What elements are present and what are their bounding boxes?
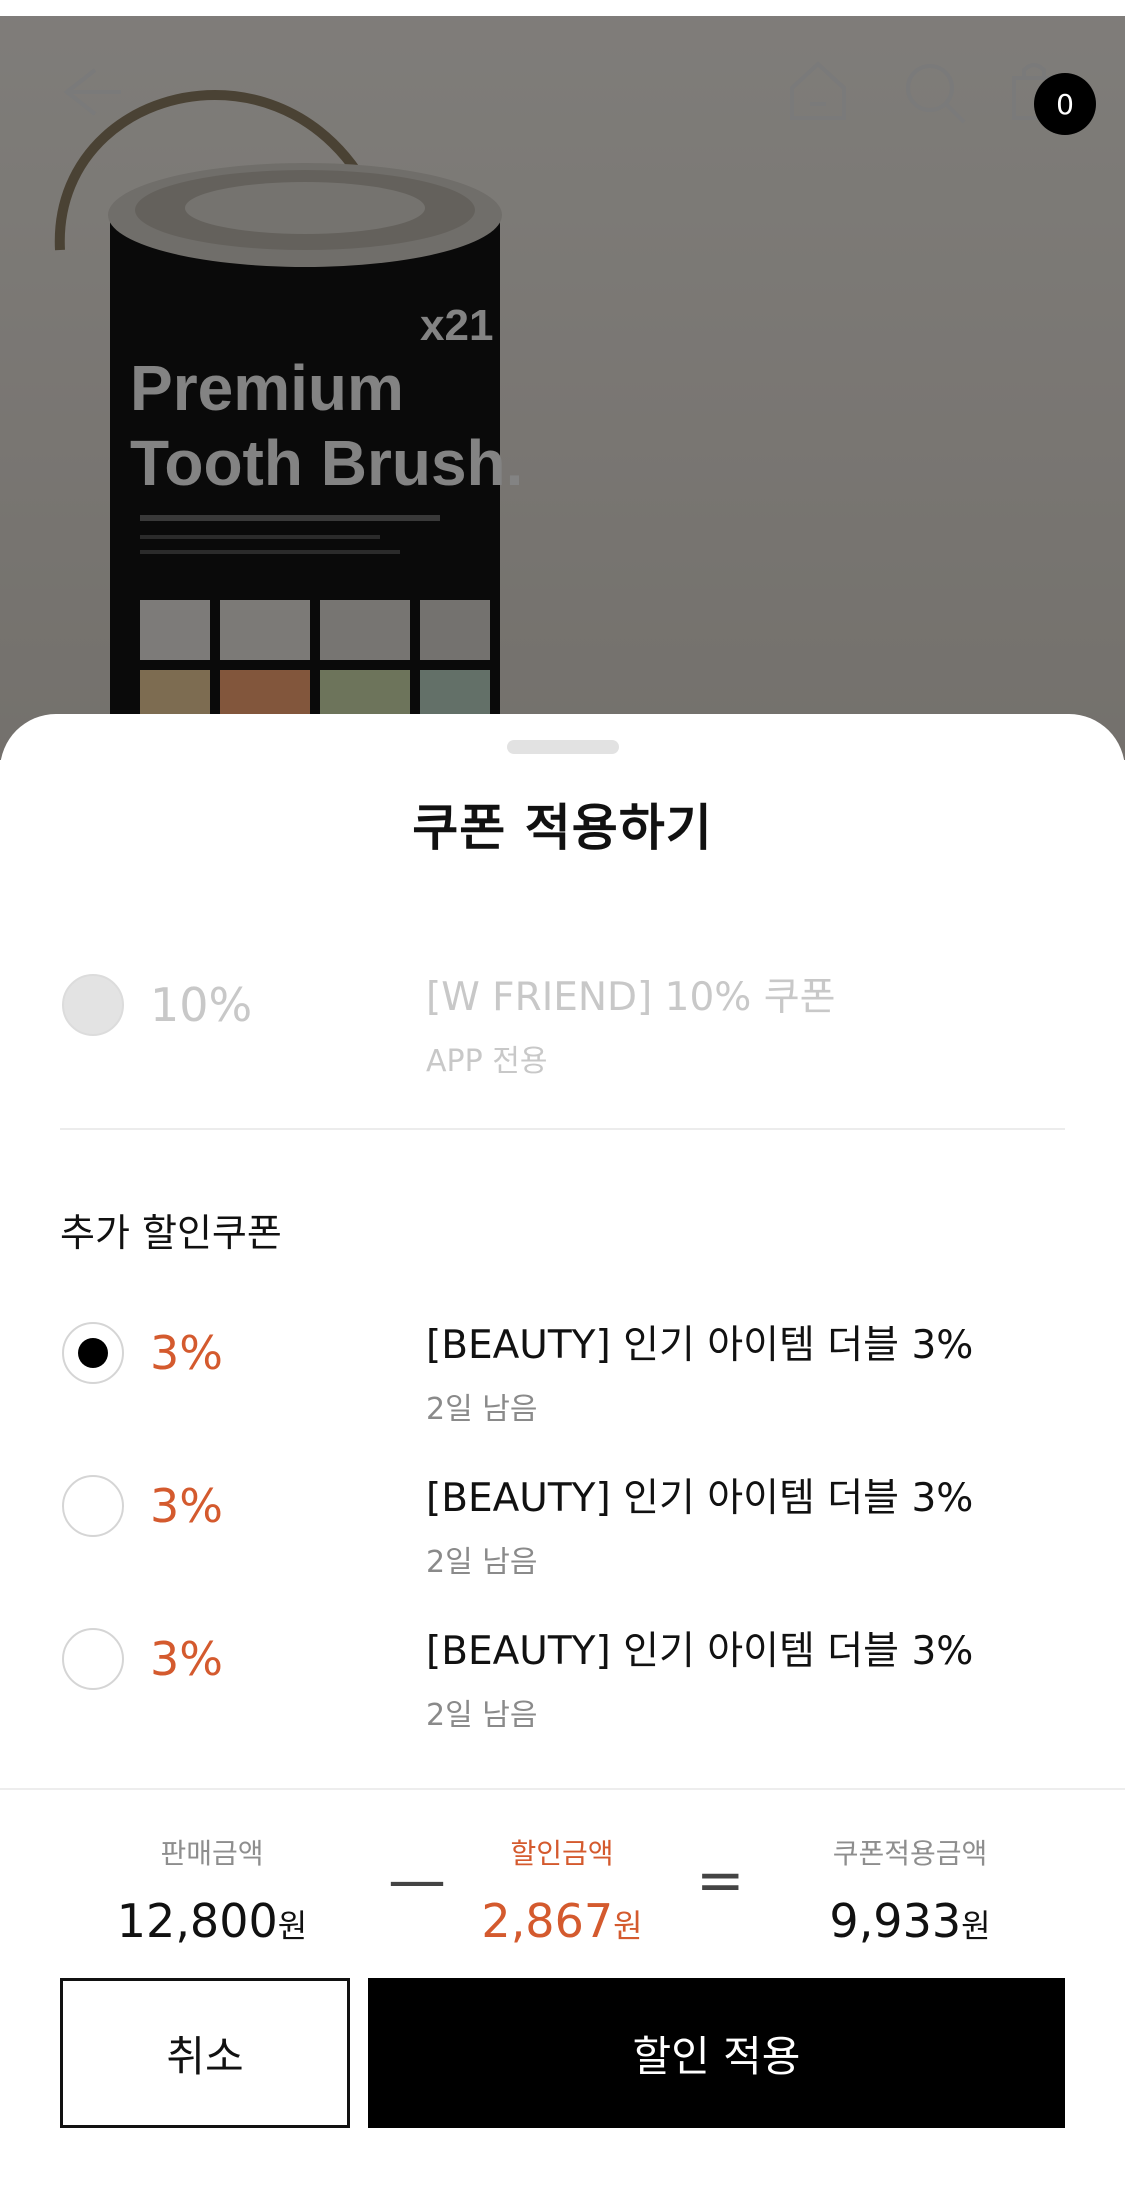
coupon-radio[interactable] xyxy=(62,1628,124,1690)
coupon-radio[interactable] xyxy=(62,1475,124,1537)
coupon-percent: 3% xyxy=(150,1326,223,1380)
coupon-option-disabled: 10% [W FRIEND] 10% 쿠폰 APP 전용 xyxy=(0,954,1125,1084)
search-icon[interactable] xyxy=(898,56,970,128)
coupon-remaining: 2일 남음 xyxy=(426,1698,538,1733)
sale-amount-label: 판매금액 xyxy=(160,1837,264,1870)
coupon-name: [BEAUTY] 인기 아이템 더블 3% xyxy=(426,1476,974,1521)
coupon-percent: 10% xyxy=(150,978,253,1032)
coupon-note: APP 전용 xyxy=(426,1044,548,1079)
sheet-grabber-handle[interactable] xyxy=(507,740,619,754)
home-icon[interactable] xyxy=(782,56,854,128)
currency-unit: 원 xyxy=(277,1907,308,1945)
final-amount-value: 9,933원 xyxy=(800,1894,1020,1948)
currency-unit: 원 xyxy=(613,1907,643,1945)
additional-coupon-section-title: 추가 할인쿠폰 xyxy=(60,1211,282,1255)
status-bar xyxy=(0,0,1125,16)
final-amount-summary: 쿠폰적용금액 9,933원 xyxy=(800,1832,1020,1948)
coupon-radio-selected[interactable] xyxy=(62,1322,124,1384)
coupon-percent: 3% xyxy=(150,1479,223,1533)
sale-amount-value: 12,800원 xyxy=(112,1894,312,1948)
coupon-name: [BEAUTY] 인기 아이템 더블 3% xyxy=(426,1629,974,1674)
summary-divider xyxy=(0,1788,1125,1790)
coupon-remaining: 2일 남음 xyxy=(426,1392,538,1427)
coupon-name: [W FRIEND] 10% 쿠폰 xyxy=(426,975,836,1020)
coupon-option[interactable]: 3% [BEAUTY] 인기 아이템 더블 3% 2일 남음 xyxy=(0,1608,1125,1738)
coupon-radio-disabled xyxy=(62,974,124,1036)
discount-amount-label: 할인금액 xyxy=(510,1837,614,1870)
equals-operator: = xyxy=(696,1846,745,1914)
discount-amount-number: 2,867 xyxy=(481,1894,614,1948)
apply-discount-button[interactable]: 할인 적용 xyxy=(368,1978,1065,2128)
cart-count-badge: 0 xyxy=(1034,73,1096,135)
sale-amount-number: 12,800 xyxy=(116,1894,278,1948)
sale-amount-summary: 판매금액 12,800원 xyxy=(112,1832,312,1948)
coupon-option[interactable]: 3% [BEAUTY] 인기 아이템 더블 3% 2일 남음 xyxy=(0,1455,1125,1585)
divider xyxy=(60,1128,1065,1130)
minus-operator: — xyxy=(388,1846,446,1914)
currency-unit: 원 xyxy=(961,1907,991,1945)
discount-amount-summary: 할인금액 2,867원 xyxy=(462,1832,662,1948)
product-image: Premium Tooth Brush. x21 0 xyxy=(0,0,1125,760)
coupon-option[interactable]: 3% [BEAUTY] 인기 아이템 더블 3% 2일 남음 xyxy=(0,1302,1125,1432)
radio-selected-dot xyxy=(78,1338,108,1368)
sheet-title: 쿠폰 적용하기 xyxy=(412,799,713,857)
coupon-remaining: 2일 남음 xyxy=(426,1545,538,1580)
coupon-percent: 3% xyxy=(150,1632,223,1686)
back-arrow-icon[interactable] xyxy=(55,56,127,128)
coupon-name: [BEAUTY] 인기 아이템 더블 3% xyxy=(426,1323,974,1368)
final-amount-label: 쿠폰적용금액 xyxy=(832,1837,988,1870)
cancel-button[interactable]: 취소 xyxy=(60,1978,350,2128)
discount-amount-value: 2,867원 xyxy=(462,1894,662,1948)
coupon-bottom-sheet: 쿠폰 적용하기 10% [W FRIEND] 10% 쿠폰 APP 전용 추가 … xyxy=(0,714,1125,2185)
final-amount-number: 9,933 xyxy=(829,1894,962,1948)
